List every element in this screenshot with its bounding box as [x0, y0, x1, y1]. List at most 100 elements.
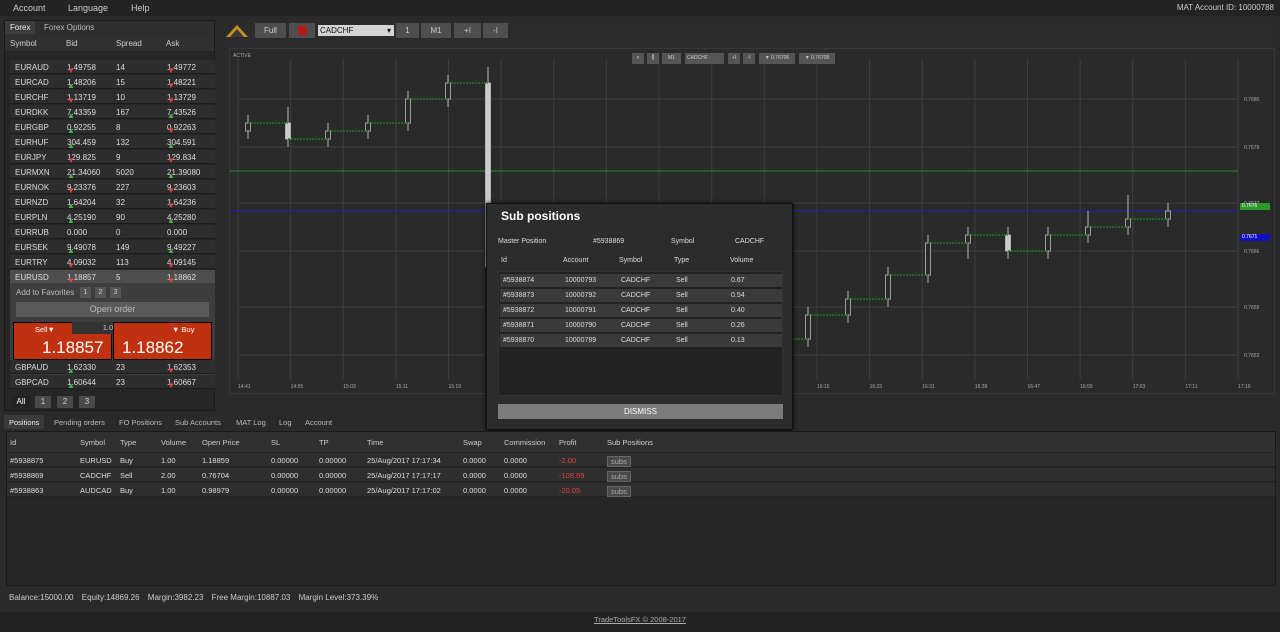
fav-button-2[interactable]: 2 [95, 287, 106, 298]
position-row[interactable]: #5938863 AUDCAD Buy 1.00 0.98979 0.00000 0.000… [7, 483, 1275, 497]
tab-pending-orders[interactable]: Pending orders [49, 415, 110, 429]
candle-body[interactable] [325, 130, 331, 140]
candle-body[interactable] [925, 242, 931, 276]
subs-button[interactable]: subs [607, 486, 631, 497]
zoom-in-button[interactable]: +I [454, 23, 481, 38]
symbol-select[interactable]: CADCHF ▾ [318, 25, 394, 36]
quote-row-eurgbp[interactable]: EURGBP ▲ 0.92255 8 ▼ 0.92263 [10, 120, 215, 135]
quote-row-eurchf[interactable]: EURCHF ▼ 1.13719 10 ▼ 1.13729 [10, 90, 215, 105]
full-button[interactable]: Full [255, 23, 286, 38]
zoom-out-button[interactable]: -I [483, 23, 508, 38]
quote-spread: 23 [116, 378, 125, 387]
open-order-button[interactable]: Open order [16, 302, 209, 317]
candle-body[interactable] [365, 122, 371, 132]
tab-sub-accounts[interactable]: Sub Accounts [170, 415, 226, 429]
quote-row-eurcad[interactable]: EURCAD ▲ 1.48206 15 ▼ 1.48221 [10, 75, 215, 90]
bars-icon[interactable]: ⫼ [647, 53, 659, 64]
candle-body[interactable] [1045, 234, 1051, 252]
subs-button[interactable]: subs [607, 471, 631, 482]
color-button[interactable] [289, 23, 315, 38]
candle-body[interactable] [245, 122, 251, 132]
quote-row-eurnzd[interactable]: EURNZD ▲ 1.64204 32 ▼ 1.64236 [10, 195, 215, 210]
x-tick-label: 17:11 [1185, 384, 1197, 390]
sub-position-row[interactable]: #5938874 10000793 CADCHF Sell 0.67 [500, 274, 782, 287]
x-tick-label: 14:55 [291, 384, 304, 390]
mini-bid[interactable]: ▼ 0.76706 [759, 53, 795, 64]
quote-row-eurpln[interactable]: EURPLN ▲ 4.25190 90 ▲ 4.25280 [10, 210, 215, 225]
quote-bid: ▼ 4.09032 [67, 258, 96, 270]
sub-position-row[interactable]: #5938872 10000791 CADCHF Sell 0.40 [500, 304, 782, 317]
candle-body[interactable] [965, 234, 971, 244]
quote-row-eurmxn[interactable]: EURMXN ▲ 21.34060 5020 ▲ 21.39080 [10, 165, 215, 180]
sub-position-row[interactable]: #5938873 10000792 CADCHF Sell 0.54 [500, 289, 782, 302]
quote-row-eurjpy[interactable]: EURJPY ▼ 129.825 9 ▼ 129.834 [10, 150, 215, 165]
tab-mat-log[interactable]: MAT Log [231, 415, 271, 429]
candle-body[interactable] [1005, 234, 1011, 252]
candle-body[interactable] [805, 314, 811, 340]
pcell-time: 25/Aug/2017 17:17:17 [367, 471, 441, 480]
quote-row-gbpcad[interactable]: GBPCAD ▲ 1.60644 23 ▼ 1.60667 [10, 375, 215, 390]
sub-position-row[interactable]: #5938870 10000789 CADCHF Sell 0.13 [500, 334, 782, 347]
mini-symbol[interactable]: CADCHF [685, 53, 724, 64]
fav-button-3[interactable]: 3 [110, 287, 121, 298]
quote-row-eurdkk[interactable]: EURDKK ▲ 7.43359 167 ▲ 7.43526 [10, 105, 215, 120]
quote-row-eurtry[interactable]: EURTRY ▼ 4.09032 113 ▼ 4.09145 [10, 255, 215, 270]
mini-zoom-out[interactable]: -I [743, 53, 755, 64]
x-tick-label: 16:23 [870, 384, 883, 390]
dialog-title: Sub positions [501, 209, 581, 223]
timeframe-button[interactable]: M1 [421, 23, 451, 38]
mini-zoom-in[interactable]: +I [728, 53, 740, 64]
quote-symbol: EURGBP [15, 123, 49, 132]
tab-positions[interactable]: Positions [4, 415, 45, 429]
tool-button-1[interactable]: 1 [396, 23, 419, 38]
search-icon[interactable]: ⌕ [632, 53, 644, 64]
pager-1[interactable]: 1 [35, 396, 51, 408]
mini-timeframe[interactable]: M1 [662, 53, 681, 64]
copyright-link[interactable]: TradeToolsFX © 2008-2017 [594, 615, 686, 624]
tab-fo-positions[interactable]: FO Positions [114, 415, 167, 429]
pcol-sub-positions: Sub Positions [607, 438, 653, 447]
menu-language[interactable]: Language [68, 3, 108, 13]
sub-position-row[interactable]: #5938871 10000790 CADCHF Sell 0.26 [500, 319, 782, 332]
pcol-profit: Profit [559, 438, 577, 447]
pager-3[interactable]: 3 [79, 396, 95, 408]
menu-account[interactable]: Account [13, 3, 46, 13]
quote-row-eursek[interactable]: EURSEK ▲ 9.49078 149 ▲ 9.49227 [10, 240, 215, 255]
mini-ask[interactable]: ▼ 0.76708 [799, 53, 835, 64]
candle-body[interactable] [285, 122, 291, 140]
quote-row-gbpaud[interactable]: GBPAUD ▲ 1.62330 23 ▼ 1.62353 [10, 360, 215, 375]
position-row[interactable]: #5938875 EURUSD Buy 1.00 1.18859 0.00000 0.000… [7, 453, 1275, 467]
candle-body[interactable] [445, 82, 451, 100]
candle-body[interactable] [1165, 210, 1171, 220]
subs-button[interactable]: subs [607, 456, 631, 467]
down-arrow-icon: ▼ [67, 156, 75, 165]
pcell-profit: -20.05 [559, 486, 581, 495]
candle-body[interactable] [405, 98, 411, 124]
candle-body[interactable] [845, 298, 851, 316]
quote-row-eurhuf[interactable]: EURHUF ▲ 304.459 132 ▲ 304.591 [10, 135, 215, 150]
master-position-label: Master Position [498, 238, 547, 245]
tab-forex-options[interactable]: Forex Options [39, 21, 99, 34]
candle-body[interactable] [1125, 218, 1131, 228]
pager-2[interactable]: 2 [57, 396, 73, 408]
quote-bid: ▲ 21.34060 [67, 168, 101, 180]
menu-help[interactable]: Help [131, 3, 150, 13]
mcol-type: Type [674, 257, 690, 264]
position-row[interactable]: #5938869 CADCHF Sell 2.00 0.76704 0.00000 0.00… [7, 468, 1275, 482]
pager-all[interactable]: All [12, 396, 30, 408]
up-arrow-icon: ▲ [67, 171, 75, 180]
quote-row-eurusd[interactable]: EURUSD ▼ 1.18857 5 ▼ 1.18862 [10, 270, 215, 285]
candle-body[interactable] [885, 274, 891, 300]
tab-forex[interactable]: Forex [5, 21, 36, 34]
x-tick-label: 15:19 [449, 384, 462, 390]
bottom-tabs: Positions Pending orders FO Positions Sub A… [4, 415, 1276, 429]
quote-bid: ▲ 1.62330 [67, 363, 96, 375]
buy-box[interactable]: ▼ Buy 1.18862 [113, 322, 212, 360]
candle-body[interactable] [1085, 226, 1091, 236]
quote-row-eurrub[interactable]: EURRUB 0.000 0 0.000 [10, 225, 215, 239]
quote-row-eurnok[interactable]: EURNOK ▼ 9.23376 227 ▼ 9.23603 [10, 180, 215, 195]
quote-row-euraud[interactable]: EURAUD ▼ 1.49758 14 ▼ 1.49772 [10, 60, 215, 75]
fav-button-1[interactable]: 1 [80, 287, 91, 298]
tab-log[interactable]: Log [274, 415, 297, 429]
tab-account[interactable]: Account [300, 415, 337, 429]
